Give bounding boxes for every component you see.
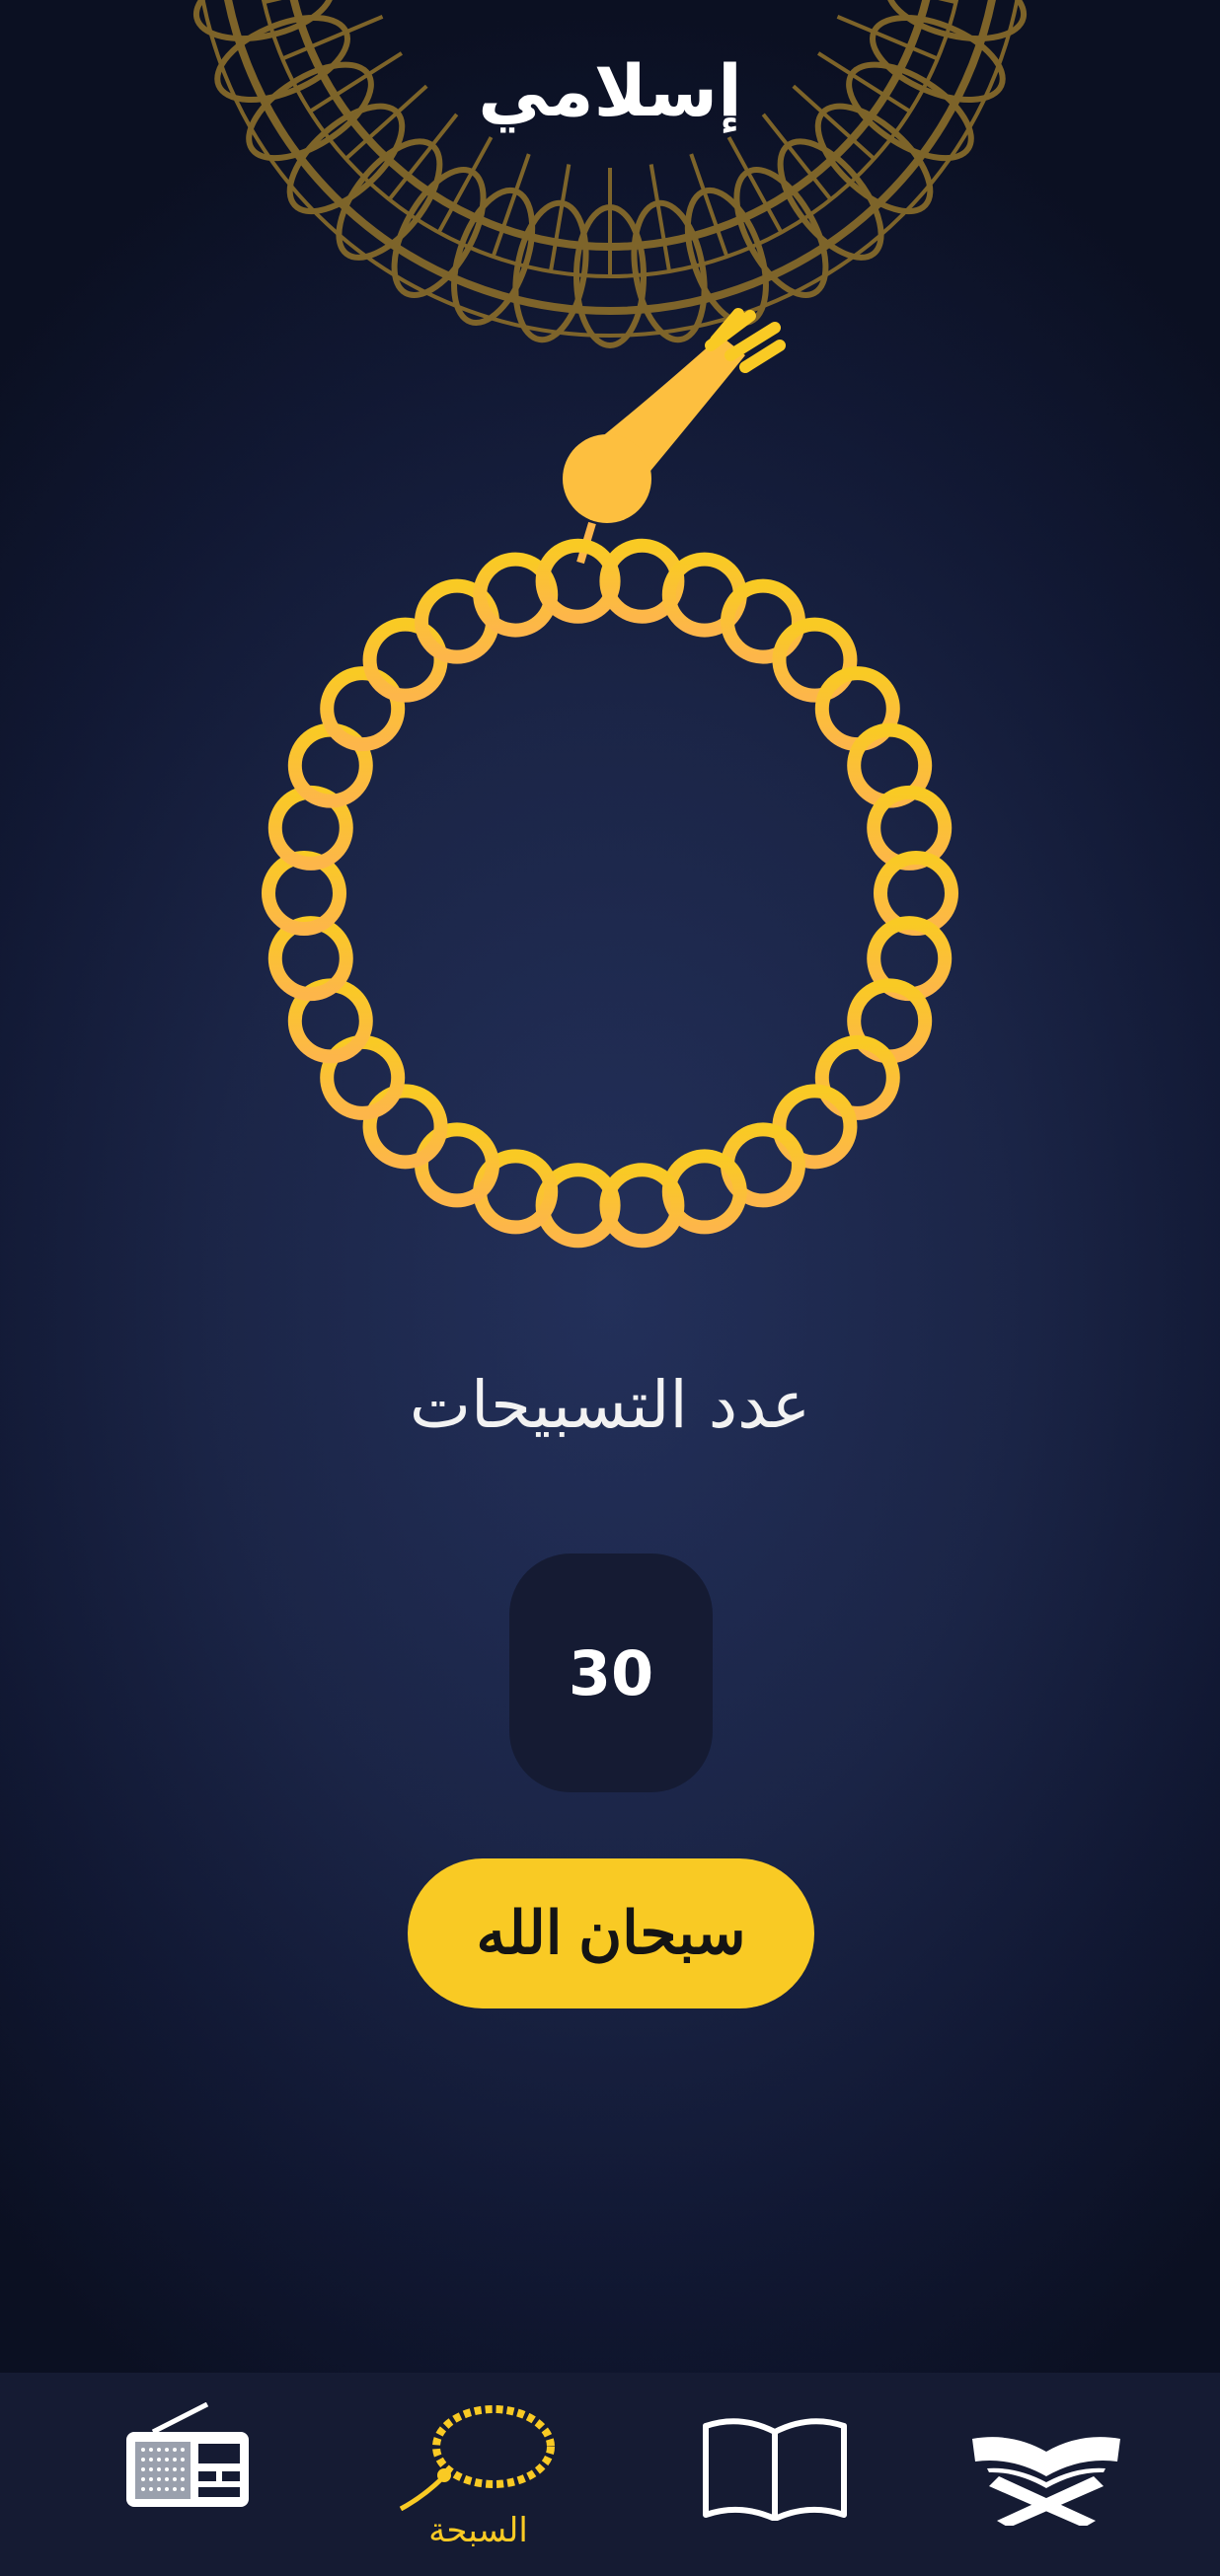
radio-icon [126,2402,249,2507]
nav-item-quran[interactable] [918,2373,1220,2576]
count-display: 30 [509,1553,713,1792]
nav-label-sebha: السبحة [428,2511,528,2550]
page-title: إسلامي [478,49,742,132]
bead-ring [262,538,958,1249]
bottom-nav: السبحة [0,2373,1220,2576]
tasbeeh-icon [399,2405,555,2511]
nav-item-radio[interactable] [30,2373,335,2576]
tasbeeh-button-label: سبحان الله [476,1900,746,1966]
nav-item-sebha[interactable]: السبحة [326,2373,631,2576]
book-icon [703,2418,847,2521]
tasbeeh-button[interactable]: سبحان الله [408,1858,814,2008]
nav-item-book[interactable] [622,2373,927,2576]
rosary-illustration[interactable] [0,296,1220,1263]
tassel [563,308,786,565]
count-value: 30 [568,1636,654,1709]
quran-icon [972,2437,1120,2526]
count-label: عدد التسبيحات [409,1367,811,1443]
